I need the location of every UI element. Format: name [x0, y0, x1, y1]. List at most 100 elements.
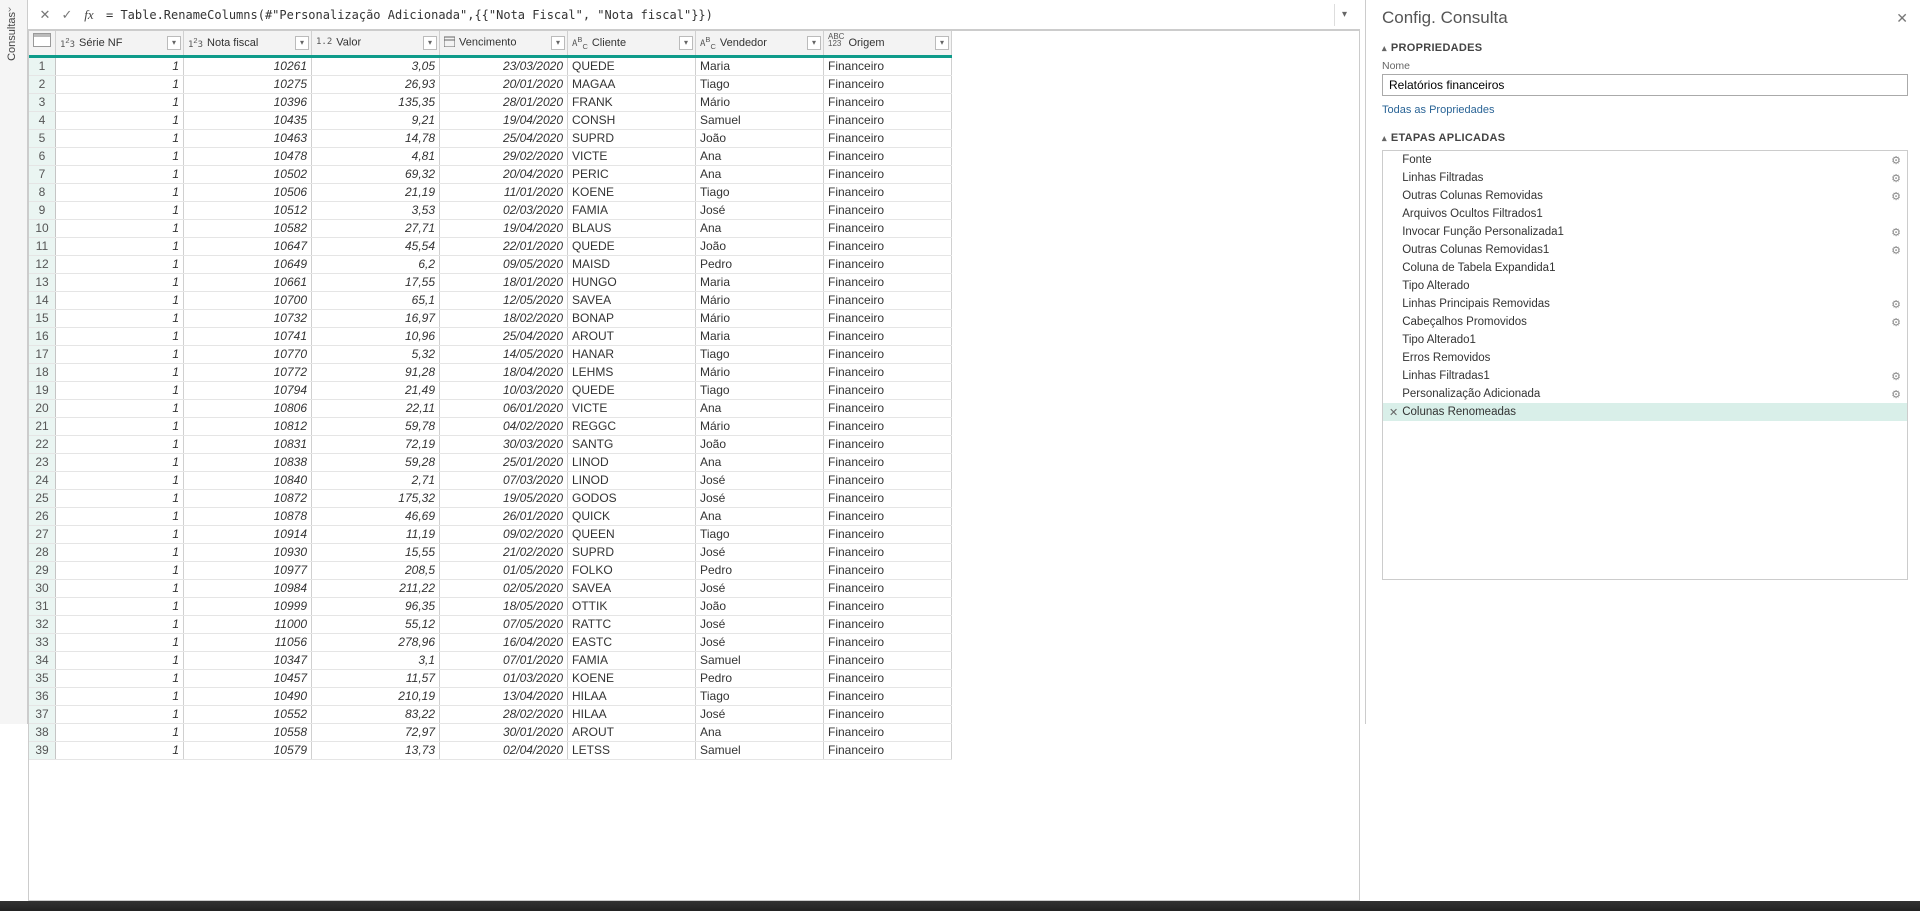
cell[interactable]: 14/05/2020 [440, 345, 568, 363]
table-row[interactable]: 11102613,0523/03/2020QUEDEMariaFinanceir… [29, 56, 952, 75]
cell[interactable]: QUEDE [568, 237, 696, 255]
table-row[interactable]: 2211083172,1930/03/2020SANTGJoãoFinancei… [29, 435, 952, 453]
cell[interactable]: Financeiro [824, 651, 952, 669]
cell[interactable]: 10977 [184, 561, 312, 579]
cell[interactable]: SUPRD [568, 543, 696, 561]
cell[interactable]: Pedro [696, 561, 824, 579]
cell[interactable]: João [696, 237, 824, 255]
cell[interactable]: Ana [696, 219, 824, 237]
cell[interactable]: 10558 [184, 723, 312, 741]
cell[interactable]: 10831 [184, 435, 312, 453]
cell[interactable]: 1 [56, 111, 184, 129]
table-row[interactable]: 241108402,7107/03/2020LINODJoséFinanceir… [29, 471, 952, 489]
cell[interactable]: 208,5 [312, 561, 440, 579]
applied-step[interactable]: ✕Linhas Filtradas⚙ [1383, 169, 1907, 187]
applied-step[interactable]: ✕Arquivos Ocultos Filtrados1⚙ [1383, 205, 1907, 223]
cell[interactable]: Financeiro [824, 201, 952, 219]
table-row[interactable]: 30110984211,2202/05/2020SAVEAJoséFinance… [29, 579, 952, 597]
cell[interactable]: 1 [56, 741, 184, 759]
cell[interactable]: Financeiro [824, 633, 952, 651]
cell[interactable]: 10732 [184, 309, 312, 327]
cell[interactable]: FAMIA [568, 201, 696, 219]
cell[interactable]: 09/02/2020 [440, 525, 568, 543]
cell[interactable]: 72,97 [312, 723, 440, 741]
cell[interactable]: 2,71 [312, 471, 440, 489]
table-row[interactable]: 1611074110,9625/04/2020AROUTMariaFinance… [29, 327, 952, 345]
cell[interactable]: VICTE [568, 147, 696, 165]
cell[interactable]: Financeiro [824, 273, 952, 291]
cell[interactable]: 28/02/2020 [440, 705, 568, 723]
cell[interactable]: 5,32 [312, 345, 440, 363]
row-number[interactable]: 17 [29, 345, 56, 363]
cell[interactable]: Samuel [696, 111, 824, 129]
cell[interactable]: 1 [56, 543, 184, 561]
all-properties-link[interactable]: Todas as Propriedades [1382, 104, 1495, 116]
cell[interactable]: 72,19 [312, 435, 440, 453]
cell[interactable]: 175,32 [312, 489, 440, 507]
cell[interactable]: 1 [56, 56, 184, 75]
cell[interactable]: Financeiro [824, 75, 952, 93]
cell[interactable]: 10770 [184, 345, 312, 363]
cell[interactable]: 10772 [184, 363, 312, 381]
cell[interactable]: Financeiro [824, 255, 952, 273]
gear-icon[interactable]: ⚙ [1891, 370, 1901, 383]
cell[interactable]: 26,93 [312, 75, 440, 93]
cell[interactable]: Financeiro [824, 363, 952, 381]
cell[interactable]: 1 [56, 327, 184, 345]
row-number[interactable]: 1 [29, 56, 56, 75]
column-filter-icon[interactable]: ▾ [423, 36, 437, 50]
cell[interactable]: 1 [56, 183, 184, 201]
row-number[interactable]: 22 [29, 435, 56, 453]
row-number[interactable]: 8 [29, 183, 56, 201]
row-number[interactable]: 27 [29, 525, 56, 543]
cell[interactable]: BONAP [568, 309, 696, 327]
cell[interactable]: 07/05/2020 [440, 615, 568, 633]
cell[interactable]: 1 [56, 237, 184, 255]
cell[interactable]: Financeiro [824, 327, 952, 345]
cell[interactable]: 10806 [184, 399, 312, 417]
table-row[interactable]: 1011058227,7119/04/2020BLAUSAnaFinanceir… [29, 219, 952, 237]
cell[interactable]: 1 [56, 309, 184, 327]
cell[interactable]: 1 [56, 723, 184, 741]
table-row[interactable]: 1911079421,4910/03/2020QUEDETiagoFinance… [29, 381, 952, 399]
table-row[interactable]: 3110396135,3528/01/2020FRANKMárioFinance… [29, 93, 952, 111]
cell[interactable]: Ana [696, 507, 824, 525]
table-row[interactable]: 3511045711,5701/03/2020KOENEPedroFinance… [29, 669, 952, 687]
row-number[interactable]: 38 [29, 723, 56, 741]
cell[interactable]: REGGC [568, 417, 696, 435]
cell[interactable]: GODOS [568, 489, 696, 507]
cell[interactable]: 22/01/2020 [440, 237, 568, 255]
row-number[interactable]: 16 [29, 327, 56, 345]
cell[interactable]: 02/05/2020 [440, 579, 568, 597]
table-row[interactable]: 2011080622,1106/01/2020VICTEAnaFinanceir… [29, 399, 952, 417]
row-number[interactable]: 15 [29, 309, 56, 327]
cell[interactable]: Financeiro [824, 147, 952, 165]
cell[interactable]: 1 [56, 147, 184, 165]
row-number[interactable]: 9 [29, 201, 56, 219]
column-filter-icon[interactable]: ▾ [679, 36, 693, 50]
cell[interactable]: 211,22 [312, 579, 440, 597]
column-header[interactable]: Vencimento▾ [440, 31, 568, 56]
cell[interactable]: 06/01/2020 [440, 399, 568, 417]
row-number[interactable]: 36 [29, 687, 56, 705]
cell[interactable]: 55,12 [312, 615, 440, 633]
table-row[interactable]: 25110872175,3219/05/2020GODOSJoséFinance… [29, 489, 952, 507]
table-row[interactable]: 2611087846,6926/01/2020QUICKAnaFinanceir… [29, 507, 952, 525]
table-row[interactable]: 341103473,107/01/2020FAMIASamuelFinancei… [29, 651, 952, 669]
cell[interactable]: 1 [56, 93, 184, 111]
gear-icon[interactable]: ⚙ [1891, 154, 1901, 167]
row-number[interactable]: 39 [29, 741, 56, 759]
cell[interactable]: Financeiro [824, 399, 952, 417]
table-row[interactable]: 2311083859,2825/01/2020LINODAnaFinanceir… [29, 453, 952, 471]
cell[interactable]: 21,49 [312, 381, 440, 399]
cell[interactable]: Pedro [696, 669, 824, 687]
cell[interactable]: 1 [56, 165, 184, 183]
cell[interactable]: Financeiro [824, 129, 952, 147]
cell[interactable]: Tiago [696, 75, 824, 93]
cell[interactable]: 11056 [184, 633, 312, 651]
cell[interactable]: 19/05/2020 [440, 489, 568, 507]
cell[interactable]: 25/04/2020 [440, 129, 568, 147]
table-corner[interactable] [29, 31, 56, 56]
cell[interactable]: 10490 [184, 687, 312, 705]
cell[interactable]: 1 [56, 435, 184, 453]
